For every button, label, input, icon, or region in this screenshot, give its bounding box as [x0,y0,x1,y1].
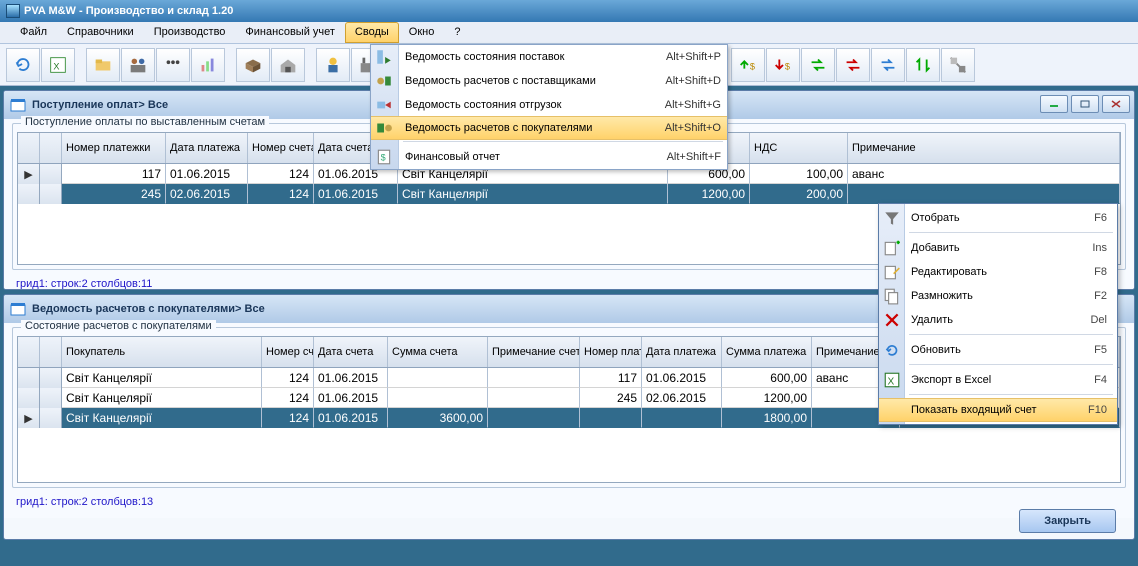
add-icon [883,239,901,257]
groupbox-title: Поступление оплаты по выставленным счета… [21,116,269,128]
supply-status-icon [375,48,393,66]
tool-refresh[interactable] [6,48,40,82]
ctx-add[interactable]: Добавить Ins [879,236,1117,260]
menu-production[interactable]: Производство [144,22,236,43]
svg-text:X: X [888,377,895,388]
ctx-delete[interactable]: Удалить Del [879,308,1117,332]
maximize-button[interactable] [1071,95,1099,113]
dropdown-item-supplier-calc[interactable]: Ведомость расчетов с поставщиками Alt+Sh… [371,69,727,93]
filter-icon [883,209,901,227]
menu-file[interactable]: Файл [10,22,57,43]
menu-help[interactable]: ? [444,22,470,43]
tool-export-excel[interactable]: X [41,48,75,82]
menu-dictionaries[interactable]: Справочники [57,22,144,43]
refresh-icon [883,341,901,359]
ctx-export-excel[interactable]: X Экспорт в Excel F4 [879,368,1117,392]
dropdown-label: Ведомость состояния поставок [405,51,666,63]
dropdown-item-fin-report[interactable]: $ Финансовый отчет Alt+Shift+F [371,145,727,169]
win-payments-titletext: Поступление оплат> Все [32,99,168,111]
tool-warehouse[interactable] [271,48,305,82]
dropdown-item-supply-status[interactable]: Ведомость состояния поставок Alt+Shift+P [371,45,727,69]
tool-split[interactable] [941,48,975,82]
buyer-calc-icon [375,119,393,137]
tool-up-down[interactable] [906,48,940,82]
col-nds[interactable]: НДС [750,133,848,163]
tool-users[interactable] [121,48,155,82]
col-date-pay[interactable]: Дата платежа [642,337,722,367]
menubar: Файл Справочники Производство Финансовый… [0,22,1138,44]
dropdown-shortcut: Alt+Shift+F [667,151,721,163]
svg-text:$: $ [785,61,790,71]
tool-exchange-green[interactable] [801,48,835,82]
close-button[interactable]: Закрыть [1019,509,1116,533]
supplier-calc-icon [375,72,393,90]
col-sum-pay[interactable]: Сумма платежа [722,337,812,367]
tool-arrow-green-up[interactable]: $ [731,48,765,82]
excel-icon: X [883,371,901,389]
tool-exchange-red[interactable] [836,48,870,82]
close-button[interactable] [1102,95,1130,113]
menu-window[interactable]: Окно [399,22,445,43]
col-note-inv[interactable]: Примечание счета [488,337,580,367]
col-num-inv[interactable]: Номер счета [262,337,314,367]
shipment-status-icon [375,96,393,114]
app-icon [6,4,20,18]
dropdown-label: Ведомость расчетов с поставщиками [405,75,665,87]
window-title: PVA M&W - Производство и склад 1.20 [24,5,233,17]
ctx-edit[interactable]: Редактировать F8 [879,260,1117,284]
ctx-refresh[interactable]: Обновить F5 [879,338,1117,362]
col-sum-inv[interactable]: Сумма счета [388,337,488,367]
col-num-pay[interactable]: Номер платежки [62,133,166,163]
col-date-inv[interactable]: Дата счета [314,337,388,367]
tool-box[interactable] [236,48,270,82]
dropdown-shortcut: Alt+Shift+O [665,122,721,134]
col-num-inv[interactable]: Номер счета [248,133,314,163]
tool-chart[interactable] [191,48,225,82]
buyer-window-icon [10,302,26,316]
dropdown-label: Финансовый отчет [405,151,667,163]
dropdown-item-buyer-calc[interactable]: Ведомость расчетов с покупателями Alt+Sh… [371,116,727,140]
svg-text:X: X [53,61,59,71]
tool-left-right-blue[interactable] [871,48,905,82]
tool-arrow-red-down[interactable]: $ [766,48,800,82]
dropdown-label: Ведомость расчетов с покупателями [405,122,665,134]
table-row[interactable]: 245 02.06.2015 124 01.06.2015 Світ Канце… [18,184,1120,204]
win-buyer-titletext: Ведомость расчетов с покупателями> Все [32,303,265,315]
fin-report-icon: $ [375,148,393,166]
groupbox-title: Состояние расчетов с покупателями [21,320,216,332]
tool-folder[interactable] [86,48,120,82]
grid-context-menu: Отобрать F6 Добавить Ins Редактировать F… [878,203,1118,425]
dropdown-shortcut: Alt+Shift+G [665,99,721,111]
tool-worker[interactable] [316,48,350,82]
minimize-button[interactable] [1040,95,1068,113]
menu-finance[interactable]: Финансовый учет [235,22,345,43]
dropdown-item-shipment-status[interactable]: Ведомость состояния отгрузок Alt+Shift+G [371,93,727,117]
edit-icon [883,263,901,281]
dropdown-shortcut: Alt+Shift+D [665,75,721,87]
titlebar: PVA M&W - Производство и склад 1.20 [0,0,1138,22]
col-buyer[interactable]: Покупатель [62,337,262,367]
duplicate-icon [883,287,901,305]
payments-window-icon [10,98,26,112]
delete-icon [883,311,901,329]
ctx-show-incoming[interactable]: Показать входящий счет F10 [879,398,1117,422]
tool-group-users[interactable] [156,48,190,82]
dropdown-shortcut: Alt+Shift+P [666,51,721,63]
reports-dropdown: Ведомость состояния поставок Alt+Shift+P… [370,44,728,170]
menu-reports[interactable]: Своды [345,22,399,43]
ctx-duplicate[interactable]: Размножить F2 [879,284,1117,308]
col-num-pay[interactable]: Номер платежн докумен [580,337,642,367]
grid2-status: грид1: строк:2 столбцов:13 [12,492,1126,510]
col-date-pay[interactable]: Дата платежа [166,133,248,163]
svg-text:$: $ [381,152,386,162]
ctx-select[interactable]: Отобрать F6 [879,206,1117,230]
dropdown-label: Ведомость состояния отгрузок [405,99,665,111]
svg-text:$: $ [750,61,755,71]
col-note[interactable]: Примечание [848,133,1120,163]
